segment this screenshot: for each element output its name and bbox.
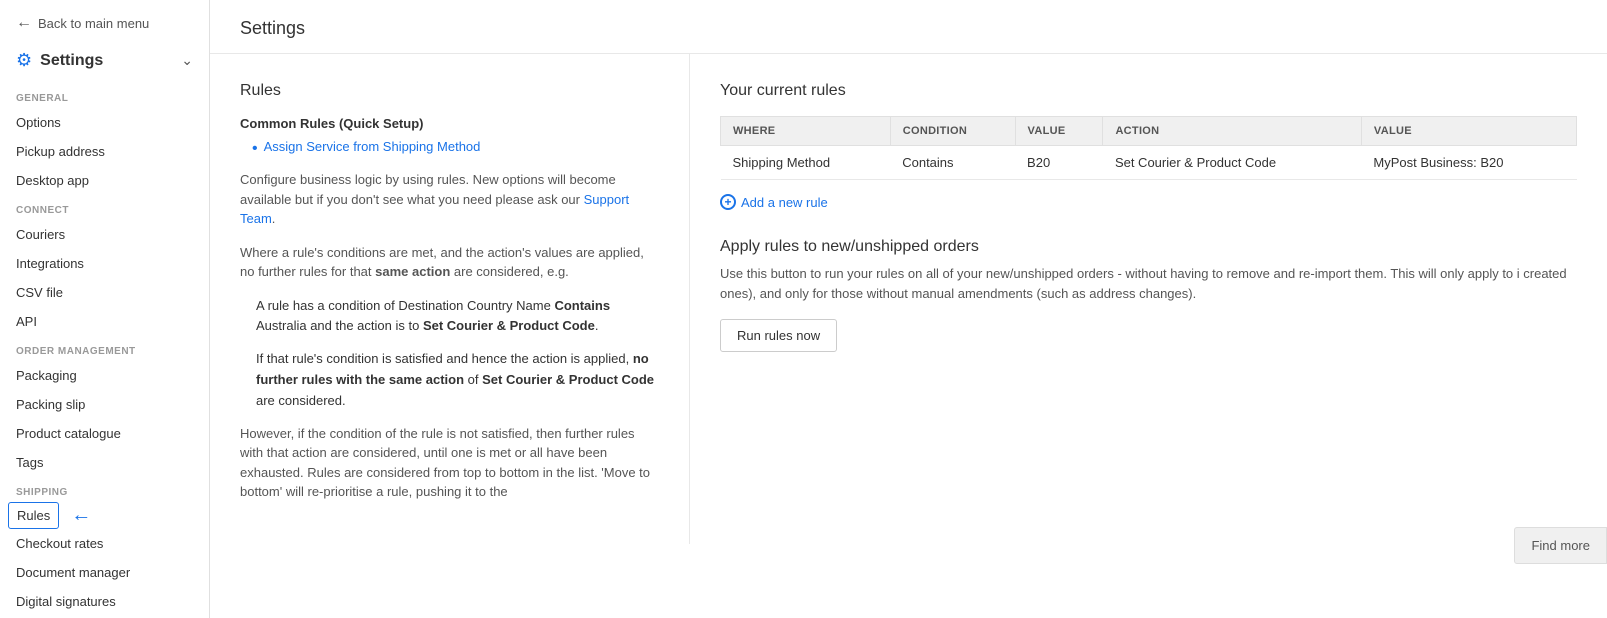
col-condition: CONDITION (890, 117, 1015, 146)
sidebar-item-packing-slip[interactable]: Packing slip (0, 390, 209, 419)
sidebar-item-api[interactable]: API (0, 307, 209, 336)
sidebar-item-couriers[interactable]: Couriers (0, 220, 209, 249)
sidebar-item-digital-signatures[interactable]: Digital signatures (0, 587, 209, 616)
example1-text: A rule has a condition of Destination Co… (256, 296, 659, 338)
example3-text: However, if the condition of the rule is… (240, 424, 659, 502)
sidebar-item-csv-file[interactable]: CSV file (0, 278, 209, 307)
main-content: Settings Rules Common Rules (Quick Setup… (210, 0, 1607, 618)
rules-table: WHERE CONDITION VALUE ACTION VALUE Shipp… (720, 116, 1577, 180)
example2-bold2: Set Courier & Product Code (482, 372, 654, 387)
example2-end: are considered. (256, 393, 346, 408)
sidebar-item-checkout-rates[interactable]: Checkout rates (0, 529, 209, 558)
sidebar-item-tags[interactable]: Tags (0, 448, 209, 477)
current-rules-title: Your current rules (720, 82, 1577, 100)
col-where: WHERE (721, 117, 891, 146)
example2-mid: of (464, 372, 482, 387)
row-action: Set Courier & Product Code (1103, 146, 1361, 180)
left-panel: Rules Common Rules (Quick Setup) • Assig… (210, 54, 690, 544)
apply-rules-desc: Use this button to run your rules on all… (720, 264, 1577, 303)
back-to-main-menu-link[interactable]: ← Back to main menu (0, 0, 209, 42)
example1-bold1: Contains (554, 298, 610, 313)
desc2-end: are considered, e.g. (450, 264, 569, 279)
settings-header: ⚙ Settings ⌄ (0, 42, 209, 83)
example2-text: If that rule's condition is satisfied an… (256, 349, 659, 411)
example2-start: If that rule's condition is satisfied an… (256, 351, 633, 366)
sidebar-item-integrations[interactable]: Integrations (0, 249, 209, 278)
find-more-button[interactable]: Find more (1514, 527, 1607, 564)
right-panel: Your current rules WHERE CONDITION VALUE… (690, 54, 1607, 544)
section-label-general: GENERAL (0, 83, 209, 108)
page-header: Settings (210, 0, 1607, 54)
common-rules-link-item: • Assign Service from Shipping Method (252, 139, 659, 158)
run-rules-button[interactable]: Run rules now (720, 319, 837, 352)
section-label-connect: CONNECT (0, 195, 209, 220)
desc1: Configure business logic by using rules.… (240, 170, 659, 229)
example1-start: A rule has a condition of Destination Co… (256, 298, 554, 313)
sidebar-item-document-manager[interactable]: Document manager (0, 558, 209, 587)
col-action-value: VALUE (1361, 117, 1576, 146)
col-action: ACTION (1103, 117, 1361, 146)
gear-icon: ⚙ (16, 50, 32, 71)
rules-arrow-indicator: ← (71, 504, 91, 527)
section-label-shipping: SHIPPING (0, 477, 209, 502)
desc2: Where a rule's conditions are met, and t… (240, 243, 659, 282)
back-arrow-icon: ← (16, 14, 32, 32)
sidebar: ← Back to main menu ⚙ Settings ⌄ GENERAL… (0, 0, 210, 618)
add-rule-link[interactable]: + Add a new rule (720, 194, 1577, 210)
col-value: VALUE (1015, 117, 1103, 146)
row-action-value: MyPost Business: B20 (1361, 146, 1576, 180)
content-area: Rules Common Rules (Quick Setup) • Assig… (210, 54, 1607, 544)
page-title: Settings (240, 18, 1577, 39)
assign-service-link[interactable]: Assign Service from Shipping Method (264, 139, 481, 154)
desc2-bold: same action (375, 264, 450, 279)
settings-sidebar-title: Settings (40, 52, 103, 70)
back-label: Back to main menu (38, 16, 149, 31)
row-condition: Contains (890, 146, 1015, 180)
chevron-down-icon[interactable]: ⌄ (181, 52, 193, 69)
desc1-text: Configure business logic by using rules.… (240, 172, 616, 207)
example1: A rule has a condition of Destination Co… (240, 296, 659, 412)
row-value: B20 (1015, 146, 1103, 180)
desc1-end: . (272, 211, 276, 226)
example1-bold2: Set Courier & Product Code (423, 318, 595, 333)
plus-circle-icon: + (720, 194, 736, 210)
sidebar-item-packaging[interactable]: Packaging (0, 361, 209, 390)
sidebar-item-options[interactable]: Options (0, 108, 209, 137)
sidebar-item-pickup-address[interactable]: Pickup address (0, 137, 209, 166)
example1-end: . (595, 318, 599, 333)
apply-rules-title: Apply rules to new/unshipped orders (720, 238, 1577, 256)
example1-mid: Australia and the action is to (256, 318, 423, 333)
sidebar-item-rules[interactable]: Rules (8, 502, 59, 529)
section-label-order-management: ORDER MANAGEMENT (0, 336, 209, 361)
sidebar-item-product-catalogue[interactable]: Product catalogue (0, 419, 209, 448)
common-rules-title: Common Rules (Quick Setup) (240, 116, 659, 131)
table-row: Shipping Method Contains B20 Set Courier… (721, 146, 1577, 180)
add-rule-label: Add a new rule (741, 195, 828, 210)
row-where: Shipping Method (721, 146, 891, 180)
settings-header-left: ⚙ Settings (16, 50, 103, 71)
sidebar-item-desktop-app[interactable]: Desktop app (0, 166, 209, 195)
rules-section-title: Rules (240, 82, 659, 100)
bullet-dot-icon: • (252, 139, 258, 158)
